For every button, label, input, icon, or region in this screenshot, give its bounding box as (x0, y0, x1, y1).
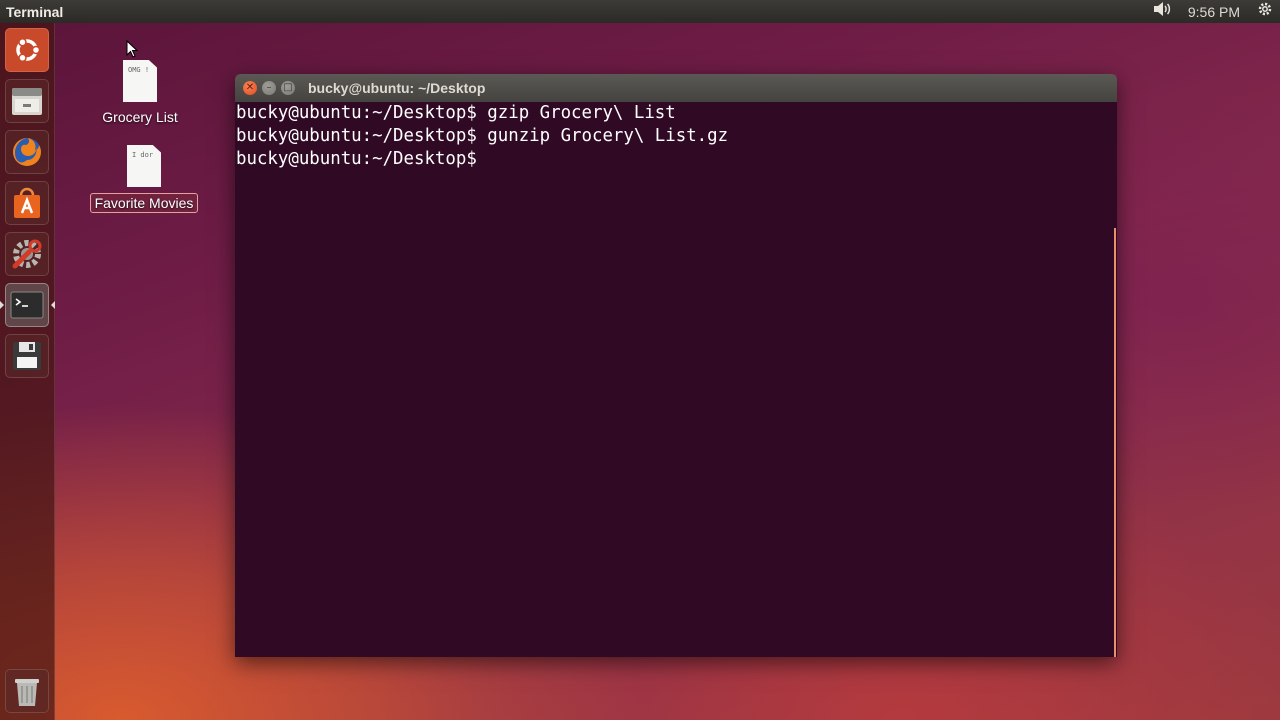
firefox-icon (10, 135, 44, 169)
text-file-icon: OMG ! (123, 60, 157, 102)
terminal-output[interactable]: bucky@ubuntu:~/Desktop$ gzip Grocery\ Li… (235, 102, 1117, 657)
desktop-icon-favorite-movies[interactable]: I dor Favorite Movies (80, 145, 208, 213)
shopping-bag-icon (10, 186, 44, 220)
maximize-button[interactable]: □ (281, 81, 295, 95)
launcher (0, 23, 55, 720)
file-cabinet-icon (10, 85, 44, 117)
terminal-prompt-line[interactable]: bucky@ubuntu:~/Desktop$ (236, 148, 487, 171)
launcher-software-center[interactable] (5, 181, 49, 225)
launcher-system-settings[interactable] (5, 232, 49, 276)
terminal-window[interactable]: ✕ – □ bucky@ubuntu: ~/Desktop bucky@ubun… (235, 74, 1117, 657)
close-button[interactable]: ✕ (243, 81, 257, 95)
trash-icon (12, 674, 42, 708)
launcher-save[interactable] (5, 334, 49, 378)
wrench-gear-icon (9, 236, 45, 272)
desktop-icon-label: Favorite Movies (89, 193, 199, 213)
launcher-dash-home[interactable] (5, 28, 49, 72)
mouse-cursor-icon (126, 39, 139, 62)
close-icon: ✕ (245, 82, 255, 93)
window-title: bucky@ubuntu: ~/Desktop (308, 80, 486, 96)
launcher-firefox[interactable] (5, 130, 49, 174)
top-panel: Terminal 9:56 PM (0, 0, 1280, 23)
terminal-line: bucky@ubuntu:~/Desktop$ gzip Grocery\ Li… (236, 103, 676, 123)
minimize-button[interactable]: – (262, 81, 276, 95)
clock[interactable]: 9:56 PM (1188, 4, 1240, 20)
launcher-trash[interactable] (5, 669, 49, 713)
launcher-terminal[interactable] (5, 283, 49, 327)
file-preview-text: OMG ! (128, 66, 150, 74)
terminal-scrollbar[interactable] (1114, 228, 1116, 657)
ubuntu-logo-icon (12, 35, 42, 65)
active-indicator (51, 301, 55, 309)
volume-icon[interactable] (1152, 0, 1172, 23)
desktop-icon-label: Grocery List (102, 109, 178, 125)
gear-icon[interactable] (1256, 0, 1274, 24)
text-file-icon: I dor (127, 145, 161, 187)
floppy-disk-icon (11, 340, 43, 372)
desktop-icon-grocery-list[interactable]: OMG ! Grocery List (90, 60, 190, 126)
top-panel-indicators: 9:56 PM (1152, 0, 1274, 23)
window-titlebar[interactable]: ✕ – □ bucky@ubuntu: ~/Desktop (235, 74, 1117, 102)
running-indicator (0, 301, 4, 309)
terminal-icon (10, 290, 44, 320)
file-preview-text: I dor (132, 151, 154, 159)
terminal-line: bucky@ubuntu:~/Desktop$ gunzip Grocery\ … (236, 126, 729, 146)
minimize-icon: – (266, 82, 272, 93)
maximize-icon: □ (283, 82, 293, 93)
active-app-title: Terminal (6, 3, 64, 20)
launcher-files[interactable] (5, 79, 49, 123)
